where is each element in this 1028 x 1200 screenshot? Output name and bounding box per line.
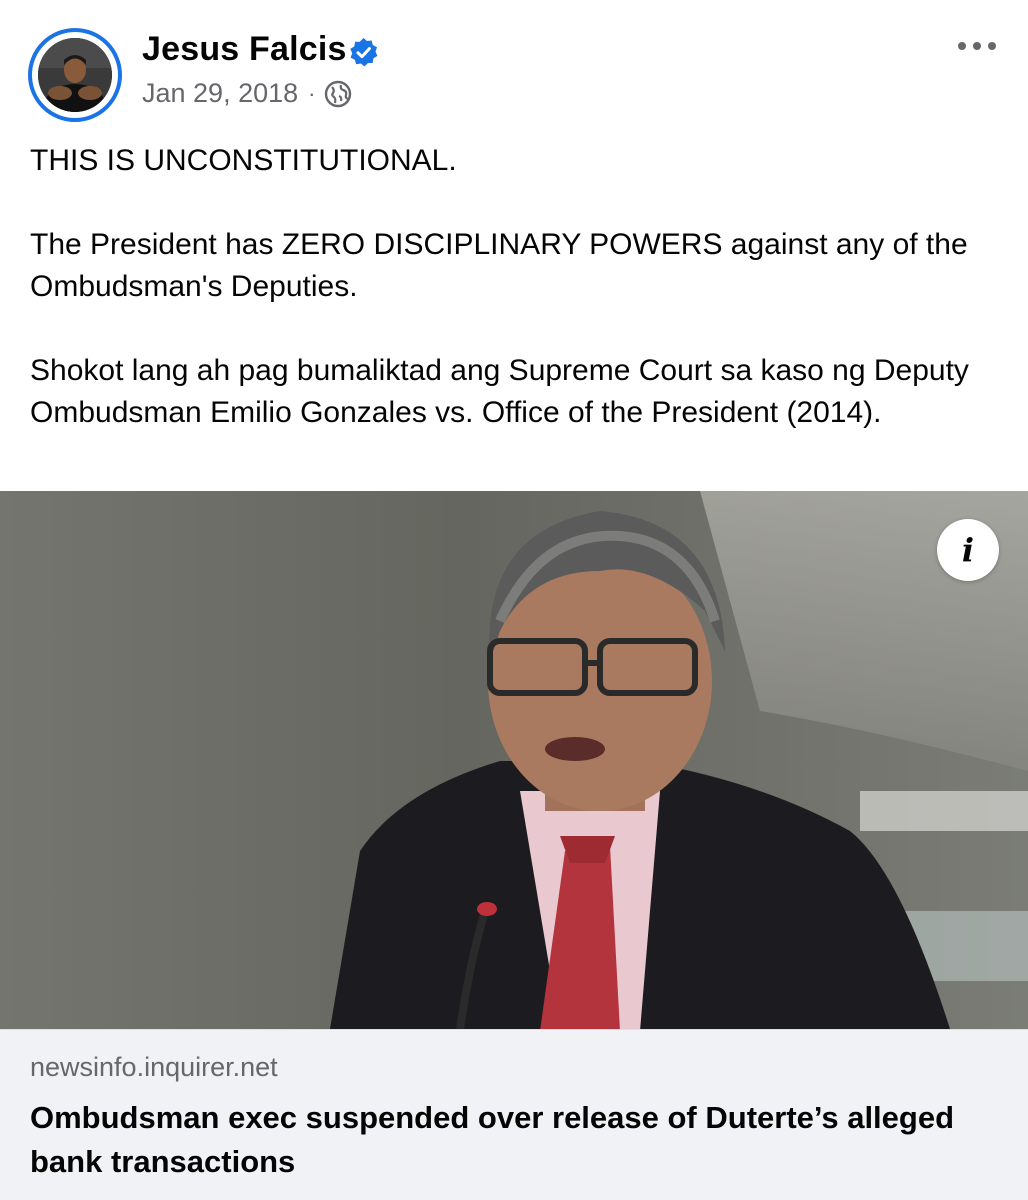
post-paragraph: THIS IS UNCONSTITUTIONAL. bbox=[30, 144, 457, 177]
avatar[interactable] bbox=[28, 28, 122, 122]
post-text: THIS IS UNCONSTITUTIONAL. The President … bbox=[30, 140, 990, 434]
more-options-button[interactable] bbox=[952, 30, 1002, 64]
author-name[interactable]: Jesus Falcis bbox=[142, 30, 347, 69]
post-paragraph: Shokot lang ah pag bumaliktad ang Suprem… bbox=[30, 354, 969, 429]
post-paragraph: The President has ZERO DISCIPLINARY POWE… bbox=[30, 228, 968, 303]
link-title[interactable]: Ombudsman exec suspended over release of… bbox=[30, 1096, 990, 1184]
link-preview-footer[interactable]: newsinfo.inquirer.net Ombudsman exec sus… bbox=[0, 1029, 1028, 1200]
more-options-icon bbox=[957, 38, 997, 56]
link-preview-image[interactable]: i bbox=[0, 491, 1028, 1029]
meta-separator: · bbox=[308, 80, 316, 106]
info-icon: i bbox=[961, 531, 975, 569]
post-meta: Jan 29, 2018 · bbox=[142, 78, 352, 109]
info-button[interactable]: i bbox=[937, 519, 999, 581]
link-domain: newsinfo.inquirer.net bbox=[30, 1052, 278, 1082]
post-timestamp[interactable]: Jan 29, 2018 bbox=[142, 78, 298, 109]
globe-icon bbox=[324, 80, 352, 108]
link-preview-card[interactable]: i newsinfo.inquirer.net Ombudsman exec s… bbox=[0, 491, 1028, 1200]
verified-badge-icon bbox=[348, 37, 379, 68]
post-header: Jesus Falcis Jan 29, 2018 · bbox=[0, 0, 1028, 130]
avatar-photo bbox=[38, 38, 112, 112]
